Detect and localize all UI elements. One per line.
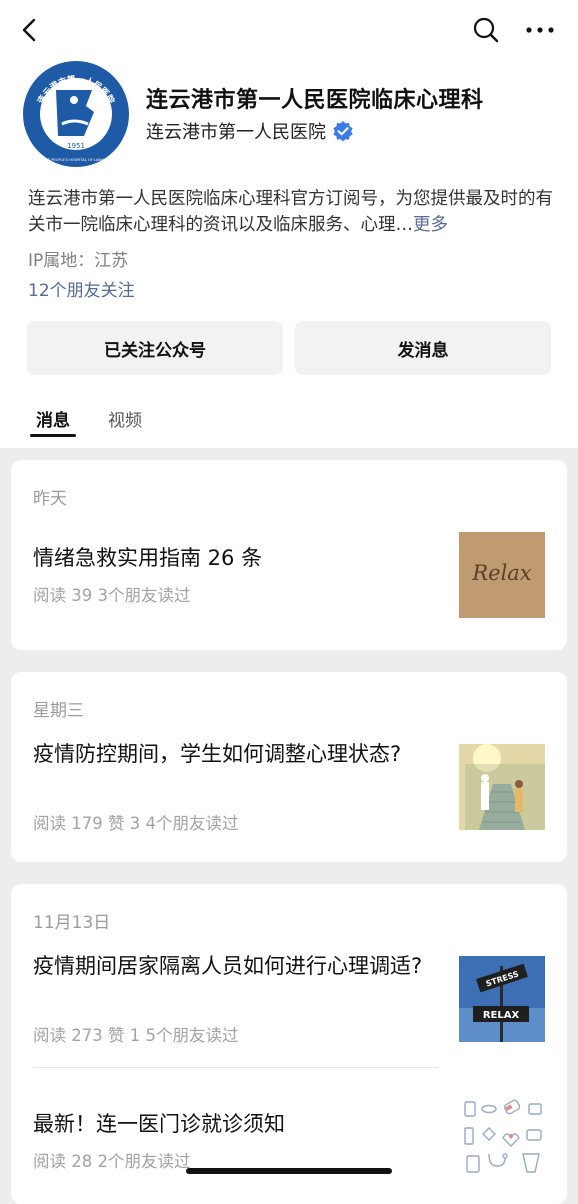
followed-button[interactable]: 已关注公众号 bbox=[27, 321, 283, 375]
article-divider bbox=[33, 1067, 438, 1068]
thumb-relax-text: Relax bbox=[471, 561, 531, 585]
article-thumbnail[interactable]: STRESS RELAX bbox=[459, 956, 545, 1042]
send-message-button[interactable]: 发消息 bbox=[295, 321, 551, 375]
post-date: 星期三 bbox=[33, 701, 84, 721]
friends-following-link[interactable]: 12个朋友关注 bbox=[28, 276, 135, 301]
article-title[interactable]: 疫情防控期间，学生如何调整心理状态? bbox=[33, 738, 433, 770]
active-tab-indicator bbox=[30, 434, 76, 437]
article-stats: 阅读 28 2个朋友读过 bbox=[33, 1152, 191, 1171]
logo-english-text: THE FIRST PEOPLE'S HOSPITAL OF LIANYUNGA… bbox=[31, 158, 121, 162]
account-avatar[interactable]: 连云港市第一人民医院 1951 THE FIRST PEOPLE'S HOSPI… bbox=[22, 60, 130, 168]
tab-videos[interactable]: 视频 bbox=[108, 406, 142, 431]
article-stats: 阅读 39 3个朋友读过 bbox=[33, 586, 191, 605]
account-name: 连云港市第一人民医院临床心理科 bbox=[146, 88, 484, 113]
account-org[interactable]: 连云港市第一人民医院 bbox=[146, 118, 326, 144]
search-icon[interactable] bbox=[470, 14, 502, 46]
hospital-logo-icon: 连云港市第一人民医院 1951 THE FIRST PEOPLE'S HOSPI… bbox=[23, 61, 129, 167]
article-title[interactable]: 疫情期间居家隔离人员如何进行心理调适? bbox=[33, 950, 433, 982]
feed-card: 11月13日 疫情期间居家隔离人员如何进行心理调适? 阅读 273 赞 1 5个… bbox=[11, 884, 567, 1204]
home-indicator bbox=[186, 1168, 392, 1174]
feed-card: 昨天 情绪急救实用指南 26 条 阅读 39 3个朋友读过 Relax bbox=[11, 460, 567, 650]
logo-year: 1951 bbox=[67, 142, 85, 150]
tab-messages[interactable]: 消息 bbox=[36, 406, 70, 431]
ip-location: IP属地：江苏 bbox=[28, 251, 129, 271]
article-title[interactable]: 最新！连一医门诊就诊须知 bbox=[33, 1108, 433, 1140]
post-date: 11月13日 bbox=[33, 913, 111, 933]
article-stats: 阅读 273 赞 1 5个朋友读过 bbox=[33, 1026, 239, 1045]
more-dots-icon[interactable] bbox=[524, 14, 556, 46]
account-org-row: 连云港市第一人民医院 bbox=[146, 118, 354, 144]
verified-badge-icon bbox=[333, 121, 353, 142]
article-stats: 阅读 179 赞 3 4个朋友读过 bbox=[33, 814, 239, 833]
thumb-relax-sign-text: RELAX bbox=[483, 1010, 520, 1021]
account-description: 连云港市第一人民医院临床心理科官方订阅号，为您提供最及时的有关市一院临床心理科的… bbox=[28, 186, 558, 238]
article-thumbnail[interactable] bbox=[459, 1094, 545, 1180]
article-thumbnail[interactable] bbox=[459, 744, 545, 830]
description-text: 连云港市第一人民医院临床心理科官方订阅号，为您提供最及时的有关市一院临床心理科的… bbox=[28, 189, 553, 235]
article-thumbnail[interactable]: Relax bbox=[459, 532, 545, 618]
article-title[interactable]: 情绪急救实用指南 26 条 bbox=[33, 542, 433, 574]
medical-icons-illustration bbox=[459, 1094, 545, 1180]
account-header: 连云港市第一人民医院 1951 THE FIRST PEOPLE'S HOSPI… bbox=[0, 0, 578, 448]
nav-bar bbox=[0, 0, 578, 60]
back-arrow-icon[interactable] bbox=[16, 14, 46, 46]
feed-card: 星期三 疫情防控期间，学生如何调整心理状态? 阅读 179 赞 3 4个朋友读过 bbox=[11, 672, 567, 862]
post-date: 昨天 bbox=[33, 489, 67, 509]
more-link[interactable]: 更多 bbox=[413, 215, 448, 235]
